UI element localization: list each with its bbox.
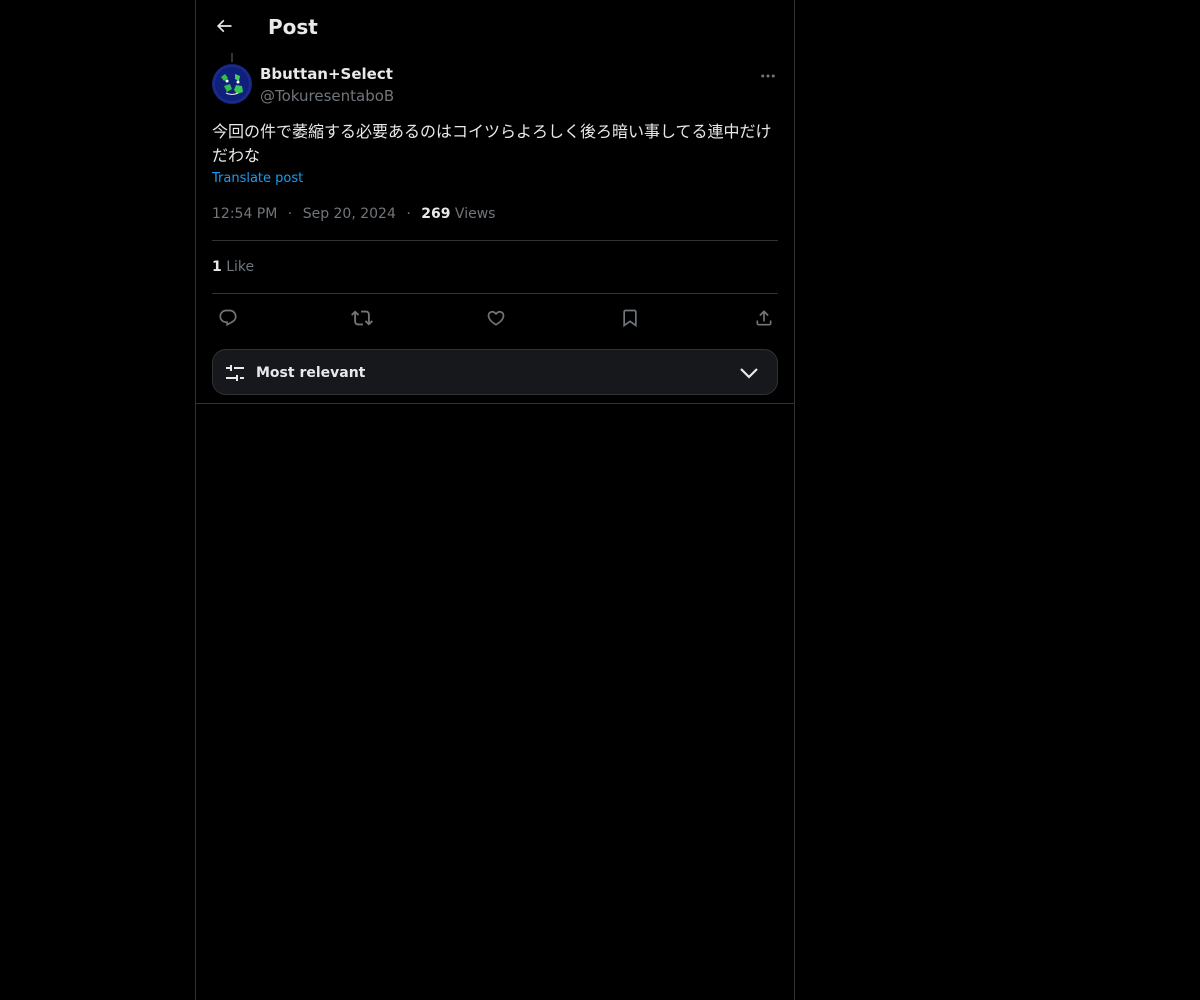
repost-button[interactable] bbox=[347, 304, 377, 332]
arrow-left-icon bbox=[216, 19, 232, 33]
more-dots-icon bbox=[761, 74, 775, 78]
section-divider bbox=[196, 403, 794, 404]
views-count: 269 bbox=[421, 206, 451, 222]
back-button[interactable] bbox=[208, 10, 240, 42]
page-title: Post bbox=[268, 15, 318, 39]
likes-label: Like bbox=[226, 259, 255, 275]
bookmark-button[interactable] bbox=[615, 304, 645, 332]
author-display-name[interactable]: Bbuttan+Select bbox=[260, 64, 393, 84]
post-metadata: 12:54 PM · Sep 20, 2024 · 269 Views bbox=[212, 204, 495, 224]
repost-icon bbox=[351, 310, 373, 326]
likes-count: 1 bbox=[212, 259, 222, 275]
like-icon bbox=[487, 310, 505, 326]
share-icon bbox=[756, 310, 772, 326]
chevron-down-icon bbox=[740, 368, 758, 379]
avatar[interactable] bbox=[212, 64, 252, 104]
replies-sort-label: Most relevant bbox=[256, 365, 366, 381]
thread-connector-line bbox=[231, 53, 233, 62]
bookmark-icon bbox=[623, 309, 637, 328]
top-bar: Post bbox=[196, 0, 794, 53]
reply-button[interactable] bbox=[213, 304, 243, 332]
reply-icon bbox=[219, 309, 237, 327]
like-button[interactable] bbox=[481, 304, 511, 332]
divider bbox=[212, 293, 778, 294]
translate-post-link[interactable]: Translate post bbox=[212, 170, 303, 188]
avatar-image bbox=[212, 64, 252, 104]
replies-sort-dropdown[interactable]: Most relevant bbox=[212, 349, 778, 395]
divider bbox=[212, 240, 778, 241]
author-handle[interactable]: @TokuresentaboB bbox=[260, 86, 394, 106]
main-column: Post Bbuttan+Select @TokuresentaboB 今回の件… bbox=[195, 0, 795, 1000]
post-date[interactable]: Sep 20, 2024 bbox=[303, 206, 396, 222]
meta-separator: · bbox=[287, 206, 293, 222]
views-label: Views bbox=[454, 206, 496, 222]
more-options-button[interactable] bbox=[754, 62, 782, 90]
post-text: 今回の件で萎縮する必要あるのはコイツらよろしく後ろ暗い事してる連中だけだわな bbox=[212, 122, 772, 165]
meta-separator: · bbox=[406, 206, 411, 222]
post-time[interactable]: 12:54 PM bbox=[212, 206, 277, 222]
likes-summary[interactable]: 1 Like bbox=[212, 257, 254, 277]
sliders-icon bbox=[226, 365, 244, 381]
share-button[interactable] bbox=[749, 304, 779, 332]
